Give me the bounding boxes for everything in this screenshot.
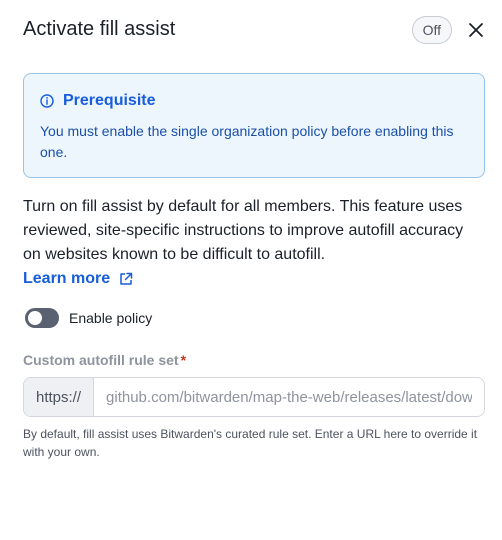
learn-more-label: Learn more xyxy=(23,270,111,287)
url-prefix: https:// xyxy=(24,378,95,416)
callout-title: Prerequisite xyxy=(63,92,156,109)
enable-policy-row: Enable policy xyxy=(25,306,152,330)
rule-set-hint: By default, fill assist uses Bitwarden's… xyxy=(23,427,478,459)
callout-header: Prerequisite xyxy=(40,90,468,112)
prerequisite-callout: Prerequisite You must enable the single … xyxy=(23,73,485,178)
close-button[interactable] xyxy=(464,18,488,42)
policy-description: Turn on fill assist by default for all m… xyxy=(23,198,464,263)
enable-policy-toggle[interactable] xyxy=(25,308,59,328)
policy-dialog: Activate fill assist Off Prerequisite Yo… xyxy=(0,0,502,540)
rule-set-label: Custom autofill rule set * xyxy=(23,350,186,370)
dialog-header: Activate fill assist Off xyxy=(23,12,488,48)
rule-set-url-input[interactable] xyxy=(94,378,484,416)
rule-set-label-text: Custom autofill rule set xyxy=(23,352,179,368)
close-icon xyxy=(469,23,483,37)
enable-policy-label: Enable policy xyxy=(69,310,153,326)
toggle-knob xyxy=(28,311,42,325)
rule-set-input-group: https:// xyxy=(23,377,485,417)
learn-more-link[interactable]: Learn more xyxy=(23,267,133,291)
required-marker: * xyxy=(180,352,187,368)
dialog-title: Activate fill assist xyxy=(23,17,176,40)
callout-body: You must enable the single organization … xyxy=(40,123,454,160)
status-badge: Off xyxy=(411,16,452,44)
info-icon xyxy=(40,94,54,108)
external-link-icon xyxy=(119,272,133,286)
